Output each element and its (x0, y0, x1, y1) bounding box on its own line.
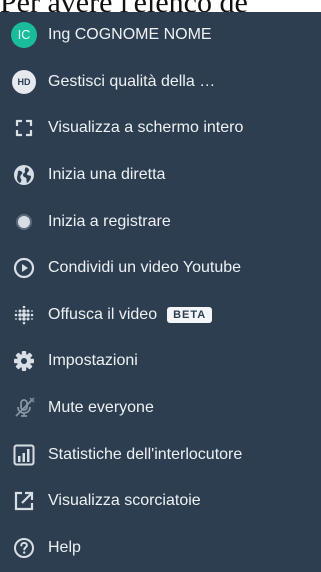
globe-icon (0, 164, 48, 186)
menu-item-label: Statistiche dell'interlocutore (48, 445, 243, 463)
menu-item-label: Visualizza scorciatoie (48, 492, 201, 510)
open-external-icon (0, 490, 48, 512)
fullscreen-icon (0, 118, 48, 138)
toolbox-menu: IC Ing COGNOME NOME HD Gestisci qualità … (0, 12, 321, 572)
menu-item-profile[interactable]: IC Ing COGNOME NOME (0, 12, 321, 59)
menu-item-quality[interactable]: HD Gestisci qualità della … (0, 59, 321, 106)
avatar: IC (0, 22, 48, 49)
menu-item-youtube[interactable]: Condividi un video Youtube (0, 245, 321, 292)
mic-off-icon (0, 396, 48, 420)
menu-item-livestream[interactable]: Inizia una diretta (0, 152, 321, 199)
menu-item-label: Inizia una diretta (48, 166, 166, 184)
menu-item-settings[interactable]: Impostazioni (0, 338, 321, 385)
menu-item-record[interactable]: Inizia a registrare (0, 198, 321, 245)
gear-icon (0, 350, 48, 372)
menu-item-help[interactable]: Help (0, 525, 321, 572)
play-circle-icon (0, 257, 48, 279)
menu-item-fullscreen[interactable]: Visualizza a schermo intero (0, 105, 321, 152)
menu-item-label: Condividi un video Youtube (48, 259, 242, 277)
help-icon (0, 537, 48, 559)
record-icon (0, 212, 48, 232)
menu-item-label: Offusca il video (48, 305, 158, 323)
menu-item-label: Inizia a registrare (48, 212, 171, 230)
menu-item-stats[interactable]: Statistiche dell'interlocutore (0, 431, 321, 478)
menu-item-blur[interactable]: Offusca il video BETA (0, 292, 321, 339)
menu-item-label: Impostazioni (48, 352, 138, 370)
menu-item-label: Visualizza a schermo intero (48, 119, 244, 137)
menu-item-label: Gestisci qualità della … (48, 72, 216, 90)
hd-icon: HD (12, 69, 36, 94)
menu-item-label: Ing COGNOME NOME (48, 26, 212, 44)
beta-badge: BETA (167, 306, 213, 323)
avatar-initials-icon: IC (11, 22, 37, 49)
blur-icon (0, 304, 48, 326)
menu-item-label: Mute everyone (48, 399, 154, 417)
menu-item-label: Help (48, 538, 81, 556)
bar-chart-icon (0, 444, 48, 466)
menu-item-mute[interactable]: Mute everyone (0, 385, 321, 432)
menu-item-shortcuts[interactable]: Visualizza scorciatoie (0, 478, 321, 525)
